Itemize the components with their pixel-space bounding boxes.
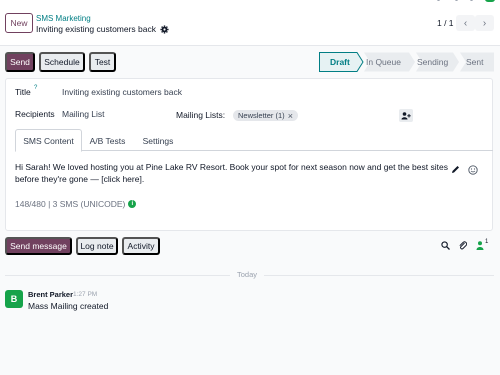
info-icon[interactable]: i xyxy=(128,200,137,208)
chevron-left-icon[interactable]: ‹ xyxy=(456,15,475,31)
title-label: Title xyxy=(15,87,31,97)
paperclip-icon[interactable] xyxy=(458,240,467,250)
sms-counter-text: 148/480 | 3 SMS (UNICODE) xyxy=(15,199,126,209)
mailing-list-tag-label: Newsletter (1) xyxy=(238,111,285,120)
send-button[interactable]: Send xyxy=(5,52,35,72)
user-plus-icon xyxy=(401,111,411,119)
chevron-right-icon[interactable]: › xyxy=(475,15,494,31)
avatar[interactable]: B xyxy=(5,290,23,308)
followers-icon[interactable] xyxy=(476,241,484,250)
activity-button[interactable]: Activity xyxy=(122,237,160,255)
control-panel xyxy=(0,0,500,46)
add-recipient-button[interactable] xyxy=(399,109,413,122)
breadcrumb-current: Inviting existing customers back xyxy=(36,24,169,34)
message-time: 1:27 PM xyxy=(73,291,98,298)
stage-sending[interactable]: Sending xyxy=(417,57,448,67)
gear-icon[interactable] xyxy=(160,24,169,34)
title-field[interactable]: Inviting existing customers back xyxy=(62,87,182,97)
message-body: Mass Mailing created xyxy=(28,301,109,311)
new-button[interactable]: New xyxy=(5,13,33,33)
tab-sms-content[interactable]: SMS Content xyxy=(15,129,82,152)
followers-count: 1 xyxy=(485,239,489,245)
test-button[interactable]: Test xyxy=(89,52,116,72)
log-note-button[interactable]: Log note xyxy=(76,237,118,255)
message-author[interactable]: Brent Parker xyxy=(28,290,73,299)
breadcrumb-parent[interactable]: SMS Marketing xyxy=(36,14,91,23)
pencil-icon[interactable] xyxy=(451,165,460,174)
divider xyxy=(5,275,230,276)
record-title: Inviting existing customers back xyxy=(36,24,156,34)
sms-counter: 148/480 | 3 SMS (UNICODE) i xyxy=(15,199,137,209)
recipients-field[interactable]: Mailing List xyxy=(62,109,105,119)
mailing-list-tag: Newsletter (1) × xyxy=(233,110,298,121)
help-icon[interactable]: ? xyxy=(34,85,37,91)
pager-value[interactable]: 1 / 1 xyxy=(437,18,454,28)
recipients-label: Recipients xyxy=(15,109,55,119)
tab-ab-tests[interactable]: A/B Tests xyxy=(82,129,133,152)
schedule-button[interactable]: Schedule xyxy=(39,52,85,72)
search-icon[interactable] xyxy=(441,241,450,250)
tab-settings[interactable]: Settings xyxy=(133,129,183,152)
stage-sent[interactable]: Sent xyxy=(466,57,484,67)
emoji-icon[interactable] xyxy=(468,165,478,175)
close-icon[interactable]: × xyxy=(288,111,293,121)
sms-body-field[interactable]: Hi Sarah! We loved hosting you at Pine L… xyxy=(15,161,455,185)
mailing-lists-label: Mailing Lists: xyxy=(176,110,226,120)
divider xyxy=(264,275,494,276)
stage-in-queue[interactable]: In Queue xyxy=(366,57,401,67)
stage-draft[interactable]: Draft xyxy=(330,57,350,67)
date-separator: Today xyxy=(237,270,258,279)
send-message-button[interactable]: Send message xyxy=(5,237,72,255)
